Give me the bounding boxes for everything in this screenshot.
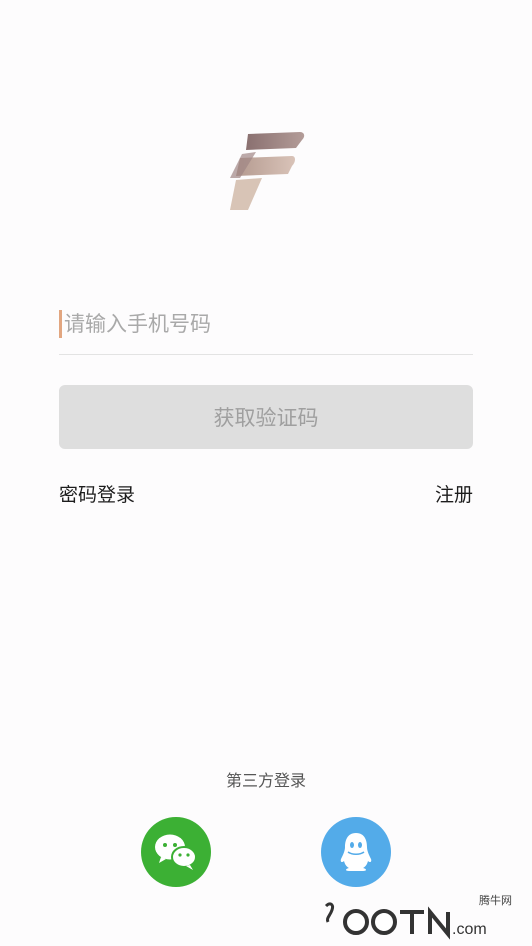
wechat-icon [155, 834, 197, 870]
wechat-login-button[interactable] [141, 817, 211, 887]
get-code-button[interactable]: 获取验证码 [59, 385, 473, 449]
watermark-small-text: 腾牛网 [479, 894, 512, 907]
third-party-title: 第三方登录 [225, 771, 306, 790]
phone-field [59, 294, 473, 355]
app-logo [226, 128, 308, 212]
qq-icon [340, 833, 372, 871]
text-cursor [59, 310, 62, 338]
svg-text:.com: .com [452, 921, 487, 938]
register-link[interactable]: 注册 [435, 480, 473, 507]
login-screen: 获取验证码 密码登录 注册 第三方登录 腾牛网 [0, 0, 532, 946]
qq-login-button[interactable] [321, 817, 391, 887]
phone-input[interactable] [64, 304, 473, 344]
password-login-link[interactable]: 密码登录 [59, 480, 135, 507]
watermark-logo: 腾牛网 .com [316, 892, 526, 942]
